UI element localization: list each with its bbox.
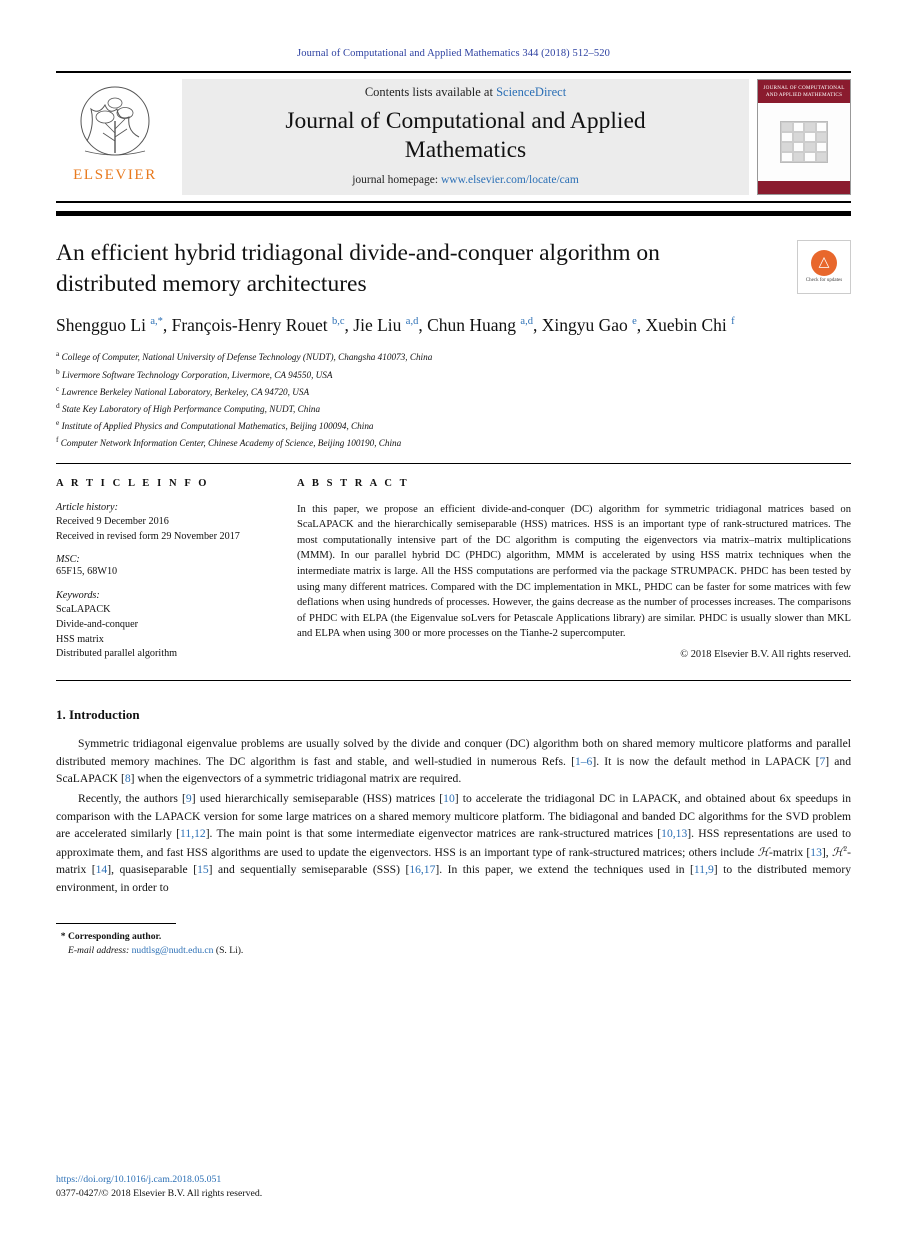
affiliation-mark: f bbox=[56, 434, 59, 444]
abstract-heading: A B S T R A C T bbox=[297, 477, 410, 489]
affiliation-mark: d bbox=[56, 400, 60, 410]
info-abstract-row: A R T I C L E I N F O Article history: R… bbox=[56, 464, 851, 662]
homepage-prefix: journal homepage: bbox=[352, 174, 441, 187]
crossmark-icon: △ bbox=[811, 250, 837, 276]
keyword-item: Distributed parallel algorithm bbox=[56, 648, 178, 660]
article-info-column: A R T I C L E I N F O Article history: R… bbox=[56, 478, 297, 662]
cover-artwork bbox=[758, 103, 850, 181]
email-suffix: (S. Li). bbox=[215, 944, 244, 956]
paper-page: Journal of Computational and Applied Mat… bbox=[0, 0, 907, 1238]
affiliation-text: Lawrence Berkeley National Laboratory, B… bbox=[61, 386, 310, 397]
elsevier-logo: ELSEVIER bbox=[56, 79, 174, 195]
paragraph-2: Recently, the authors [9] used hierarchi… bbox=[56, 792, 851, 894]
affiliation-item: c Lawrence Berkeley National Laboratory,… bbox=[56, 383, 851, 400]
affiliation-item: d State Key Laboratory of High Performan… bbox=[56, 400, 851, 417]
email-note: E-mail address: nudtlsg@nudt.edu.cn (S. … bbox=[56, 944, 851, 958]
article-history-lines: Received 9 December 2016 Received in rev… bbox=[56, 515, 271, 545]
crossmark-badge[interactable]: △ Check for updates bbox=[797, 240, 851, 294]
keywords-list: ScaLAPACK Divide-and-conquer HSS matrix … bbox=[56, 603, 271, 662]
masthead-thick-rule bbox=[56, 211, 851, 216]
affiliation-mark: c bbox=[56, 383, 60, 393]
affiliation-text: Institute of Applied Physics and Computa… bbox=[61, 420, 374, 431]
keyword-item: Divide-and-conquer bbox=[56, 618, 139, 630]
crossmark-label: Check for updates bbox=[805, 278, 843, 283]
article-info-heading: A R T I C L E I N F O bbox=[56, 477, 210, 489]
abstract-column: A B S T R A C T In this paper, we propos… bbox=[297, 478, 851, 662]
journal-homepage-line: journal homepage: www.elsevier.com/locat… bbox=[352, 174, 579, 186]
page-title: An efficient hybrid tridiagonal divide-a… bbox=[56, 240, 660, 297]
journal-title-line1: Journal of Computational and Applied bbox=[285, 108, 646, 134]
keyword-item: HSS matrix bbox=[56, 633, 104, 645]
author-list: Shengguo Li a,*, François-Henry Rouet b,… bbox=[56, 315, 735, 336]
article-history-label: Article history: bbox=[56, 501, 118, 513]
page-footer-meta: https://doi.org/10.1016/j.cam.2018.05.05… bbox=[56, 1173, 262, 1202]
issn-copyright-line: 0377-0427/© 2018 Elsevier B.V. All right… bbox=[56, 1188, 263, 1200]
journal-cover-thumbnail: JOURNAL OF COMPUTATIONAL AND APPLIED MAT… bbox=[757, 79, 851, 195]
affiliation-mark: b bbox=[56, 366, 60, 376]
affiliation-text: State Key Laboratory of High Performance… bbox=[62, 403, 321, 414]
affiliation-item: a College of Computer, National Universi… bbox=[56, 348, 851, 365]
abstract-copyright: © 2018 Elsevier B.V. All rights reserved… bbox=[680, 648, 851, 660]
history-line: Received in revised form 29 November 201… bbox=[56, 530, 240, 542]
corresponding-note-text: * Corresponding author. bbox=[60, 930, 162, 942]
affiliation-text: Computer Network Information Center, Chi… bbox=[60, 437, 402, 448]
journal-title: Journal of Computational and Applied Mat… bbox=[285, 107, 645, 164]
sciencedirect-link[interactable]: ScienceDirect bbox=[496, 85, 566, 99]
footnote-rule bbox=[56, 922, 176, 924]
introduction-body: Symmetric tridiagonal eigenvalue problem… bbox=[56, 735, 851, 896]
affiliation-mark: a bbox=[56, 349, 60, 359]
email-label: E-mail address: bbox=[68, 944, 130, 956]
cover-footer-band bbox=[758, 181, 850, 194]
cover-title: JOURNAL OF COMPUTATIONAL AND APPLIED MAT… bbox=[758, 80, 850, 104]
abstract-text: In this paper, we propose an efficient d… bbox=[297, 503, 851, 640]
section-heading-introduction: 1. Introduction bbox=[56, 707, 140, 723]
masthead-center: Contents lists available at ScienceDirec… bbox=[182, 79, 749, 195]
journal-title-line2: Mathematics bbox=[404, 136, 527, 163]
elsevier-tree-icon bbox=[80, 86, 150, 156]
affiliation-list: a College of Computer, National Universi… bbox=[56, 348, 851, 450]
cover-grid-icon bbox=[780, 121, 828, 164]
msc-label: MSC: bbox=[56, 554, 80, 566]
paragraph-1: Symmetric tridiagonal eigenvalue problem… bbox=[56, 737, 852, 786]
affiliation-item: f Computer Network Information Center, C… bbox=[56, 434, 851, 451]
affiliation-text: College of Computer, National University… bbox=[61, 352, 433, 363]
contents-available-line: Contents lists available at ScienceDirec… bbox=[365, 85, 566, 100]
footnotes: * Corresponding author. E-mail address: … bbox=[56, 930, 851, 959]
corresponding-author-note: * Corresponding author. bbox=[56, 930, 851, 944]
journal-masthead: ELSEVIER Contents lists available at Sci… bbox=[56, 71, 851, 203]
keywords-label: Keywords: bbox=[56, 590, 100, 602]
affiliation-item: b Livermore Software Technology Corporat… bbox=[56, 366, 851, 383]
msc-value: 65F15, 68W10 bbox=[56, 566, 118, 578]
affiliation-mark: e bbox=[56, 417, 60, 427]
journal-homepage-link[interactable]: www.elsevier.com/locate/cam bbox=[441, 174, 579, 186]
keyword-item: ScaLAPACK bbox=[56, 604, 111, 616]
contents-prefix: Contents lists available at bbox=[364, 85, 497, 99]
doi-link[interactable]: https://doi.org/10.1016/j.cam.2018.05.05… bbox=[56, 1173, 262, 1188]
email-link[interactable]: nudtlsg@nudt.edu.cn bbox=[132, 945, 214, 956]
affiliation-item: e Institute of Applied Physics and Compu… bbox=[56, 417, 851, 434]
title-area: An efficient hybrid tridiagonal divide-a… bbox=[56, 238, 851, 299]
journal-reference: Journal of Computational and Applied Mat… bbox=[297, 48, 610, 59]
elsevier-wordmark: ELSEVIER bbox=[73, 167, 157, 183]
abstract-bottom-rule bbox=[56, 680, 851, 682]
history-line: Received 9 December 2016 bbox=[56, 515, 169, 527]
affiliation-text: Livermore Software Technology Corporatio… bbox=[62, 369, 333, 380]
